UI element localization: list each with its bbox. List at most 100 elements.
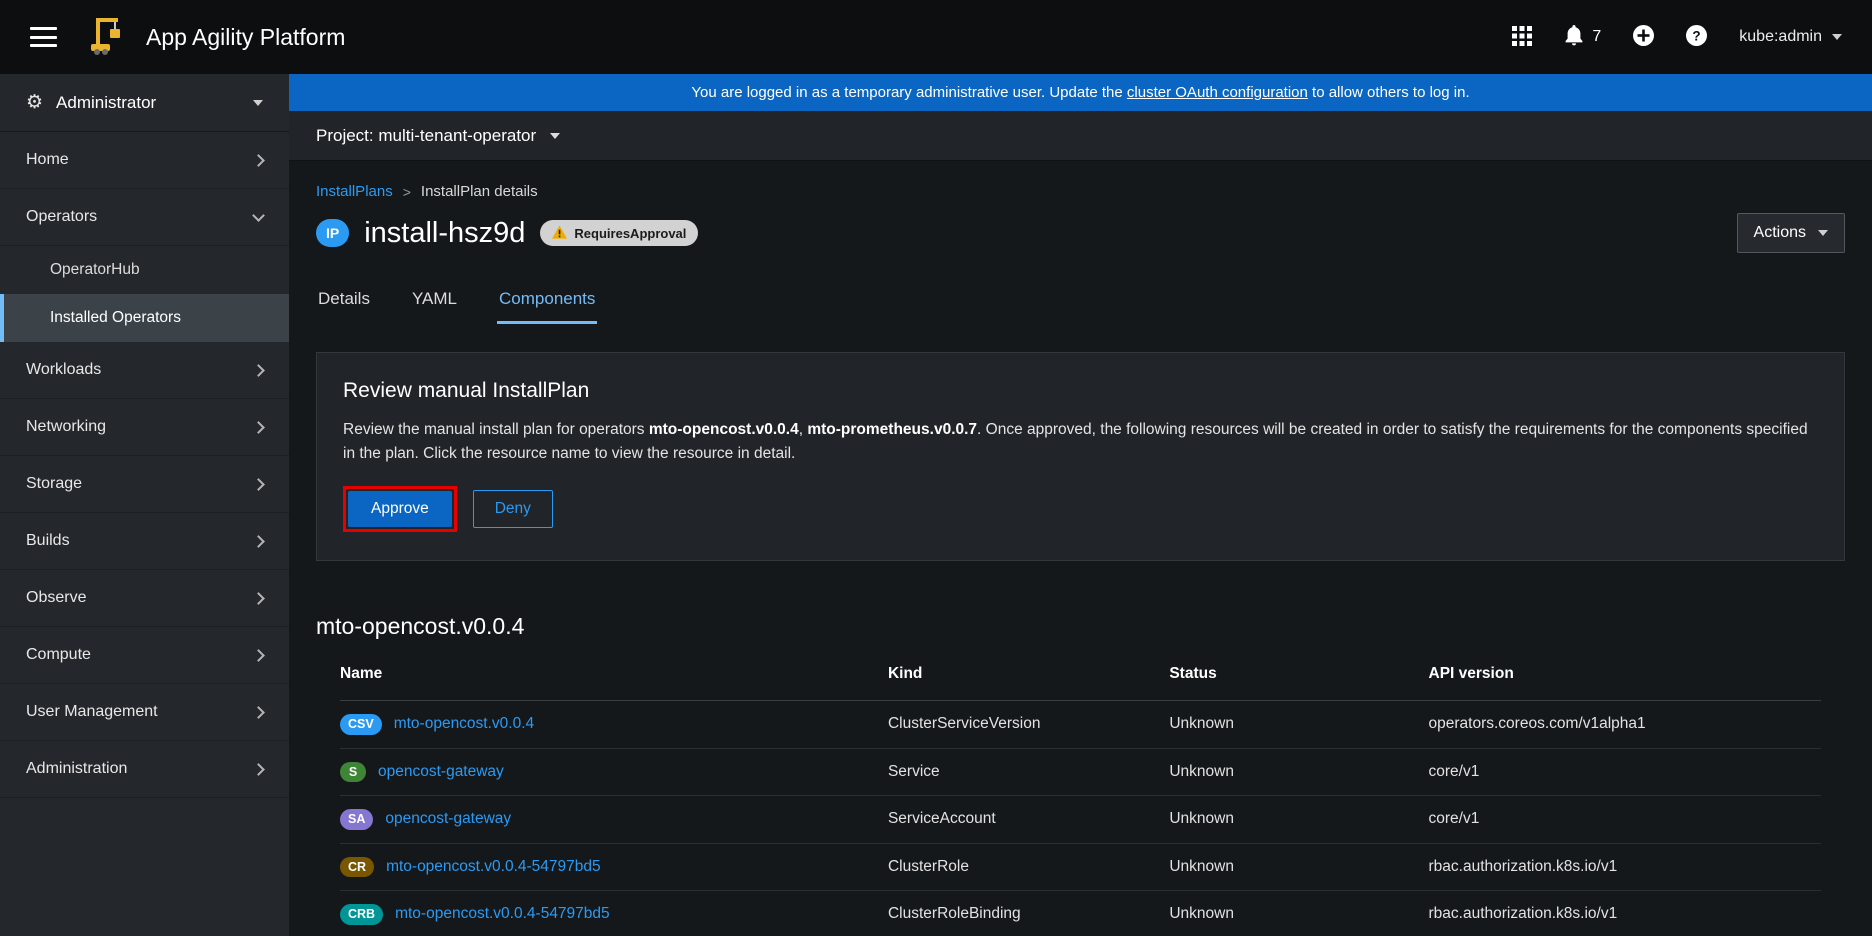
tab-details[interactable]: Details	[316, 283, 372, 324]
perspective-label: Administrator	[56, 93, 156, 113]
project-label: Project: multi-tenant-operator	[316, 126, 536, 146]
main-content: You are logged in as a temporary adminis…	[289, 74, 1872, 936]
table-row: CRmto-opencost.v0.0.4-54797bd5ClusterRol…	[340, 843, 1821, 891]
nav-toggle-button[interactable]	[30, 27, 57, 47]
gear-icon: ⚙	[26, 93, 43, 112]
tab-components[interactable]: Components	[497, 283, 597, 324]
approve-button-highlight: Approve	[343, 486, 457, 532]
resource-api-version: rbac.authorization.k8s.io/v1	[1429, 891, 1821, 936]
chevron-down-icon	[252, 209, 265, 222]
notifications-button[interactable]: 7	[1564, 25, 1601, 49]
chevron-down-icon	[1818, 230, 1828, 236]
sidebar-item-builds[interactable]: Builds	[0, 513, 289, 570]
chevron-right-icon	[252, 421, 265, 434]
plus-circle-icon	[1633, 25, 1654, 49]
column-header-name: Name	[340, 648, 888, 701]
chevron-right-icon	[252, 535, 265, 548]
resource-kind: Service	[888, 748, 1169, 796]
quick-create-button[interactable]	[1633, 25, 1654, 49]
grid-icon	[1512, 26, 1532, 49]
notification-count: 7	[1592, 28, 1601, 46]
resource-kind-badge: CSV	[340, 714, 382, 735]
column-header-api-version: API version	[1429, 648, 1821, 701]
resource-link[interactable]: opencost-gateway	[378, 763, 504, 781]
banner-text: to allow others to log in.	[1308, 84, 1470, 101]
sidebar-item-label: Observe	[26, 589, 86, 607]
sidebar-item-label: Builds	[26, 532, 70, 550]
review-installplan-card: Review manual InstallPlan Review the man…	[316, 352, 1845, 561]
sidebar-item-label: Compute	[26, 646, 91, 664]
resource-kind: ClusterRole	[888, 843, 1169, 891]
chevron-right-icon	[252, 649, 265, 662]
sidebar-item-label: Storage	[26, 475, 82, 493]
review-card-description: Review the manual install plan for opera…	[343, 418, 1818, 466]
chevron-down-icon	[253, 100, 263, 106]
chevron-right-icon	[252, 592, 265, 605]
actions-dropdown-button[interactable]: Actions	[1737, 213, 1845, 253]
resource-kind-badge: S	[340, 762, 366, 783]
bell-icon	[1564, 25, 1584, 49]
resource-status: Unknown	[1169, 796, 1428, 844]
breadcrumb-separator: >	[403, 184, 411, 200]
masthead: App Agility Platform 7	[0, 0, 1872, 74]
chevron-right-icon	[252, 478, 265, 491]
sidebar-item-storage[interactable]: Storage	[0, 456, 289, 513]
sidebar-item-operators[interactable]: Operators	[0, 189, 289, 246]
sidebar-item-label: Networking	[26, 418, 106, 436]
sidebar-item-label: User Management	[26, 703, 158, 721]
project-selector[interactable]: Project: multi-tenant-operator	[289, 111, 1872, 161]
sidebar-subitem-operatorhub[interactable]: OperatorHub	[0, 246, 289, 294]
review-card-title: Review manual InstallPlan	[343, 379, 1818, 403]
help-button[interactable]: ?	[1686, 25, 1707, 49]
resource-status: Unknown	[1169, 701, 1428, 749]
table-row: CSVmto-opencost.v0.0.4ClusterServiceVers…	[340, 701, 1821, 749]
login-warning-banner: You are logged in as a temporary adminis…	[289, 74, 1872, 111]
sidebar-nav: HomeOperatorsOperatorHubInstalled Operat…	[0, 132, 289, 798]
resource-link[interactable]: mto-opencost.v0.0.4	[394, 715, 534, 733]
tab-yaml[interactable]: YAML	[410, 283, 459, 324]
resource-kind: ClusterRoleBinding	[888, 891, 1169, 936]
resource-status: Unknown	[1169, 843, 1428, 891]
sidebar-item-observe[interactable]: Observe	[0, 570, 289, 627]
brand: App Agility Platform	[89, 15, 345, 60]
banner-text: You are logged in as a temporary adminis…	[691, 84, 1127, 101]
resource-link[interactable]: mto-opencost.v0.0.4-54797bd5	[395, 905, 610, 923]
user-menu[interactable]: kube:admin	[1739, 28, 1842, 46]
resource-status: Unknown	[1169, 748, 1428, 796]
operator-name: mto-prometheus.v0.0.7	[807, 421, 977, 438]
table-row: Sopencost-gateway ServiceUnknowncore/v1	[340, 748, 1821, 796]
chevron-down-icon	[1832, 34, 1842, 40]
svg-text:?: ?	[1693, 28, 1701, 43]
perspective-switcher[interactable]: ⚙ Administrator	[0, 74, 289, 132]
review-text: Review the manual install plan for opera…	[343, 421, 649, 438]
breadcrumb-installplans-link[interactable]: InstallPlans	[316, 183, 393, 200]
approve-button[interactable]: Approve	[348, 491, 452, 527]
sidebar-item-networking[interactable]: Networking	[0, 399, 289, 456]
operator-name: mto-opencost.v0.0.4	[649, 421, 799, 438]
sidebar-item-workloads[interactable]: Workloads	[0, 342, 289, 399]
question-circle-icon: ?	[1686, 25, 1707, 49]
chevron-right-icon	[252, 763, 265, 776]
installplan-badge: IP	[316, 219, 349, 247]
sidebar-item-administration[interactable]: Administration	[0, 741, 289, 798]
sidebar-item-compute[interactable]: Compute	[0, 627, 289, 684]
sidebar-item-home[interactable]: Home	[0, 132, 289, 189]
sidebar-subitem-installed-operators[interactable]: Installed Operators	[0, 294, 289, 342]
resource-link[interactable]: opencost-gateway	[385, 810, 511, 828]
sidebar-item-user-management[interactable]: User Management	[0, 684, 289, 741]
sidebar-item-label: Workloads	[26, 361, 101, 379]
cluster-oauth-link[interactable]: cluster OAuth configuration	[1127, 84, 1308, 101]
app-launcher-button[interactable]	[1512, 26, 1532, 49]
status-badge: RequiresApproval	[540, 220, 698, 246]
resource-kind: ServiceAccount	[888, 796, 1169, 844]
app-title: App Agility Platform	[146, 24, 345, 51]
deny-button[interactable]: Deny	[473, 490, 553, 528]
chevron-right-icon	[252, 364, 265, 377]
component-section-title: mto-opencost.v0.0.4	[316, 613, 1845, 640]
resource-api-version: core/v1	[1429, 748, 1821, 796]
resource-link[interactable]: mto-opencost.v0.0.4-54797bd5	[386, 858, 601, 876]
resource-kind-badge: SA	[340, 809, 373, 830]
resource-status: Unknown	[1169, 891, 1428, 936]
column-header-status: Status	[1169, 648, 1428, 701]
table-row: SAopencost-gatewayServiceAccountUnknownc…	[340, 796, 1821, 844]
